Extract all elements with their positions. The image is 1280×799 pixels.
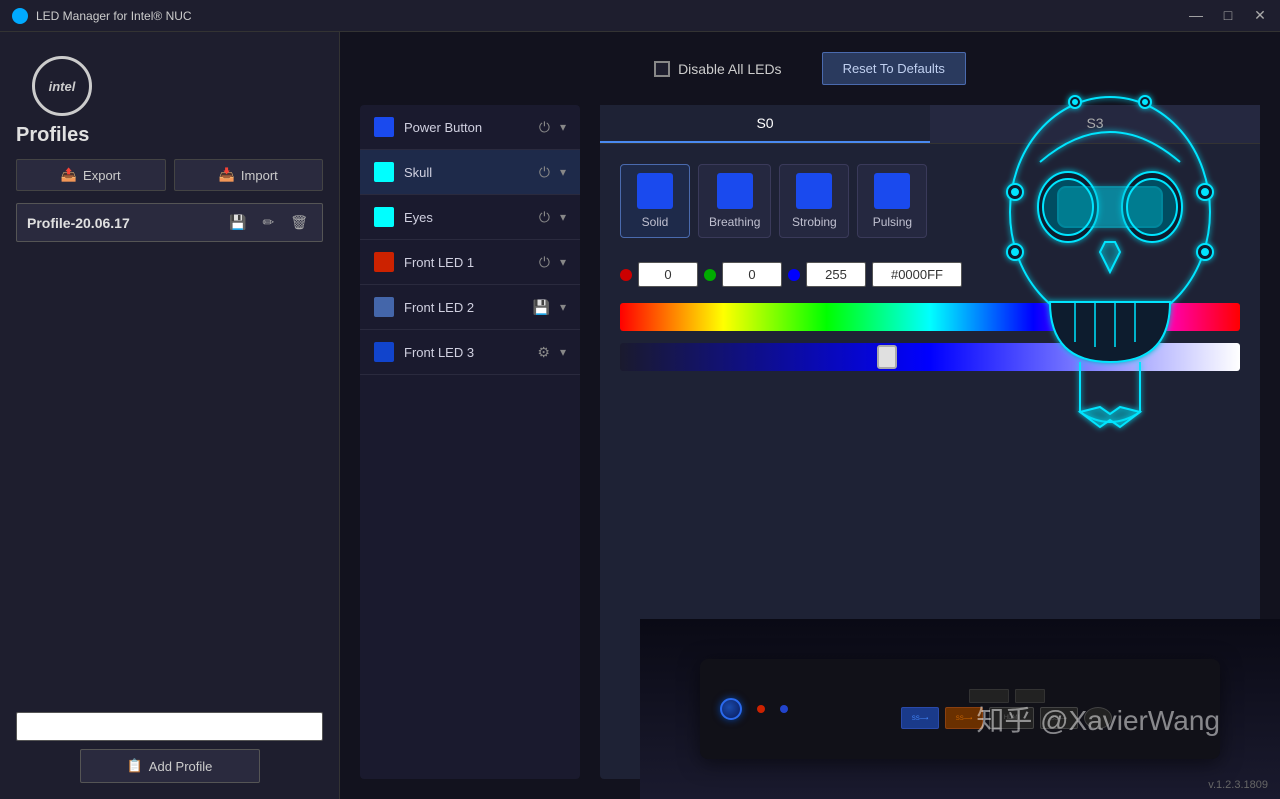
content-area: Disable All LEDs Reset To Defaults Power… (340, 32, 1280, 799)
profile-edit-button[interactable]: ✏ (258, 212, 278, 233)
led-item-front3[interactable]: Front LED 3 ⚙ ▾ (360, 330, 580, 375)
profile-item[interactable]: Profile-20.06.17 💾 ✏ 🗑 (16, 203, 323, 242)
tab-s0[interactable]: S0 (600, 105, 930, 143)
profile-save-button[interactable]: 💾 (225, 212, 250, 233)
led-item-skull[interactable]: Skull ⏻ ▾ (360, 150, 580, 195)
gear-icon-front3: ⚙ (537, 344, 550, 361)
led-item-front1[interactable]: Front LED 1 ⏻ ▾ (360, 240, 580, 285)
maximize-button[interactable]: □ (1220, 7, 1236, 24)
effect-solid-preview (637, 173, 673, 209)
chevron-down-icon-eyes: ▾ (560, 210, 566, 224)
effect-breathing[interactable]: Breathing (698, 164, 771, 238)
power-icon-skull: ⏻ (539, 164, 550, 181)
disable-checkbox[interactable] (654, 61, 670, 77)
effect-breathing-preview (717, 173, 753, 209)
add-profile-button[interactable]: 📋 Add Profile (80, 749, 260, 783)
chevron-down-icon-front3: ▾ (560, 345, 566, 359)
export-icon: 📤 (61, 167, 77, 183)
led-color-power (374, 117, 394, 137)
title-bar-controls: — □ ✕ (1188, 7, 1268, 24)
chevron-down-icon-front2: ▾ (560, 300, 566, 314)
led-item-eyes[interactable]: Eyes ⏻ ▾ (360, 195, 580, 240)
reset-button[interactable]: Reset To Defaults (822, 52, 966, 85)
effect-strobing-preview (796, 173, 832, 209)
profile-actions: 💾 ✏ 🗑 (225, 212, 312, 233)
profile-delete-button[interactable]: 🗑 (286, 212, 312, 233)
led-item-front2[interactable]: Front LED 2 💾 ▾ (360, 285, 580, 330)
title-bar-icon (12, 8, 28, 24)
usb-port-1: SS⟶ (901, 707, 939, 729)
profiles-title: Profiles (16, 124, 323, 147)
disable-label: Disable All LEDs (678, 61, 782, 77)
led-color-front1 (374, 252, 394, 272)
effect-strobing[interactable]: Strobing (779, 164, 849, 238)
intel-logo: intel (32, 56, 92, 116)
nuc-power-button (720, 698, 742, 720)
led-color-skull (374, 162, 394, 182)
profile-name-input[interactable] (16, 712, 323, 741)
minimize-button[interactable]: — (1188, 7, 1204, 24)
import-icon: 📥 (219, 167, 235, 183)
led-color-eyes (374, 207, 394, 227)
sidebar-buttons: 📤 Export 📥 Import (16, 159, 323, 191)
power-icon: ⏻ (539, 119, 550, 136)
nuc-red-led (757, 705, 765, 713)
led-item-power-button[interactable]: Power Button ⏻ ▾ (360, 105, 580, 150)
save-icon-front2: 💾 (533, 299, 550, 316)
effect-solid[interactable]: Solid (620, 164, 690, 238)
title-bar: LED Manager for Intel® NUC — □ ✕ (0, 0, 1280, 32)
close-button[interactable]: ✕ (1252, 7, 1268, 24)
main-container: intel Profiles 📤 Export 📥 Import Profile… (0, 32, 1280, 799)
power-icon-front1: ⏻ (539, 254, 550, 271)
effect-pulsing-preview (874, 173, 910, 209)
power-icon-eyes: ⏻ (539, 209, 550, 226)
chevron-down-icon: ▾ (560, 120, 566, 134)
add-profile-area: 📋 Add Profile (16, 712, 323, 783)
blue-dot (788, 269, 800, 281)
effect-pulsing[interactable]: Pulsing (857, 164, 927, 238)
red-input[interactable] (638, 262, 698, 287)
export-button[interactable]: 📤 Export (16, 159, 166, 191)
nuc-blue-led (780, 705, 788, 713)
profile-name: Profile-20.06.17 (27, 215, 225, 231)
watermark: 知乎 @XavierWang (976, 699, 1220, 739)
add-icon: 📋 (127, 758, 143, 774)
skull-art (960, 52, 1260, 537)
title-bar-title: LED Manager for Intel® NUC (36, 9, 192, 23)
green-input[interactable] (722, 262, 782, 287)
brightness-thumb[interactable] (877, 345, 897, 369)
import-button[interactable]: 📥 Import (174, 159, 324, 191)
disable-checkbox-area: Disable All LEDs (654, 61, 782, 77)
led-color-front2 (374, 297, 394, 317)
blue-input[interactable] (806, 262, 866, 287)
sidebar: intel Profiles 📤 Export 📥 Import Profile… (0, 32, 340, 799)
led-list: Power Button ⏻ ▾ Skull ⏻ ▾ Eyes ⏻ ▾ (360, 105, 580, 779)
chevron-down-icon-front1: ▾ (560, 255, 566, 269)
red-dot (620, 269, 632, 281)
chevron-down-icon-skull: ▾ (560, 165, 566, 179)
hex-input[interactable] (872, 262, 962, 287)
green-dot (704, 269, 716, 281)
version-text: v.1.2.3.1809 (1208, 779, 1268, 791)
led-color-front3 (374, 342, 394, 362)
